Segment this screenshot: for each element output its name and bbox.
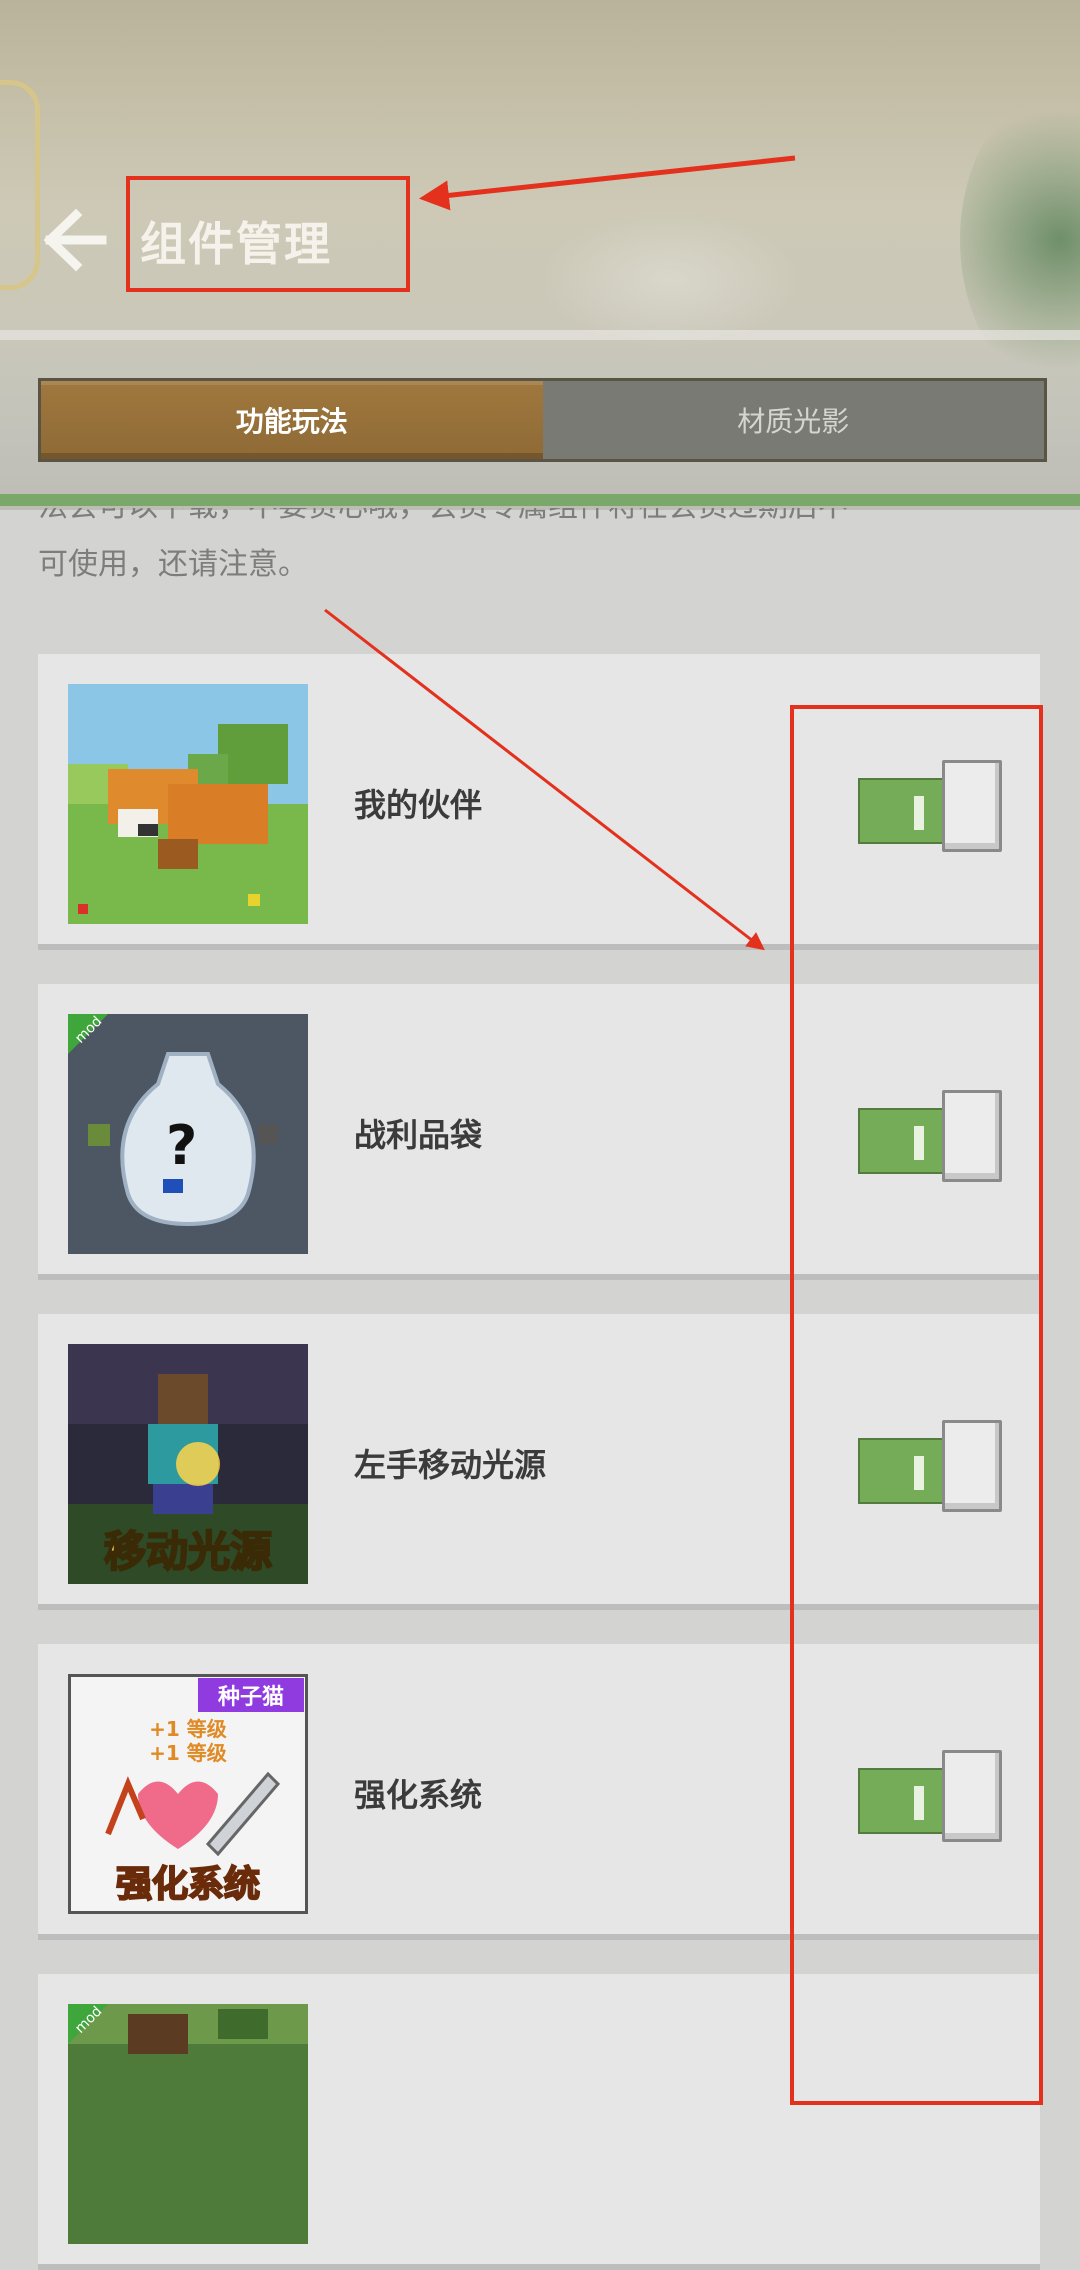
highlight-box-title [126,176,410,292]
background-tree-blur [960,90,1080,390]
background-light-blur [540,210,800,350]
enhance-thumbnail: 种子猫 +1 等级 +1 等级 强化系统 [68,1674,308,1914]
background-frame-blur [0,80,40,290]
thumb-line-2: +1 等级 [149,1741,227,1765]
thumb-caption: 强化系统 [116,1864,260,1905]
thumb-badge: 种子猫 [218,1685,284,1710]
back-button[interactable] [38,205,108,275]
item-label: 强化系统 [354,1776,483,1814]
item-label: 左手移动光源 [354,1446,547,1484]
torch-thumbnail: 移动光源 [68,1344,308,1584]
item-label: 战利品袋 [354,1116,483,1154]
notice-line-2: 可使用，还请注意。 [38,547,308,582]
arrow-left-icon [43,208,107,272]
header-bottom-strip [0,494,1080,506]
notice-text: 法会可以下载，不要贪心哦，会员专属组件将在会员过期后不 可使用，还请注意。 [38,508,1048,586]
tab-gameplay[interactable]: 功能玩法 [41,381,543,459]
notice-line-1: 法会可以下载，不要贪心哦，会员专属组件将在会员过期后不 [38,508,848,528]
thumb-caption: 移动光源 [104,1527,272,1576]
tab-textures-shaders[interactable]: 材质光影 [542,381,1044,459]
highlight-box-toggles [790,705,1043,2105]
landscape-thumbnail: mod [68,2004,308,2244]
loot-bag-thumbnail: mod ? [68,1014,308,1254]
fox-thumbnail [68,684,308,924]
thumb-line-1: +1 等级 [149,1717,227,1741]
item-label: 我的伙伴 [354,786,483,824]
header-divider [0,330,1080,340]
tab-bar: 功能玩法 材质光影 [38,378,1047,462]
svg-text:?: ? [166,1114,197,1177]
